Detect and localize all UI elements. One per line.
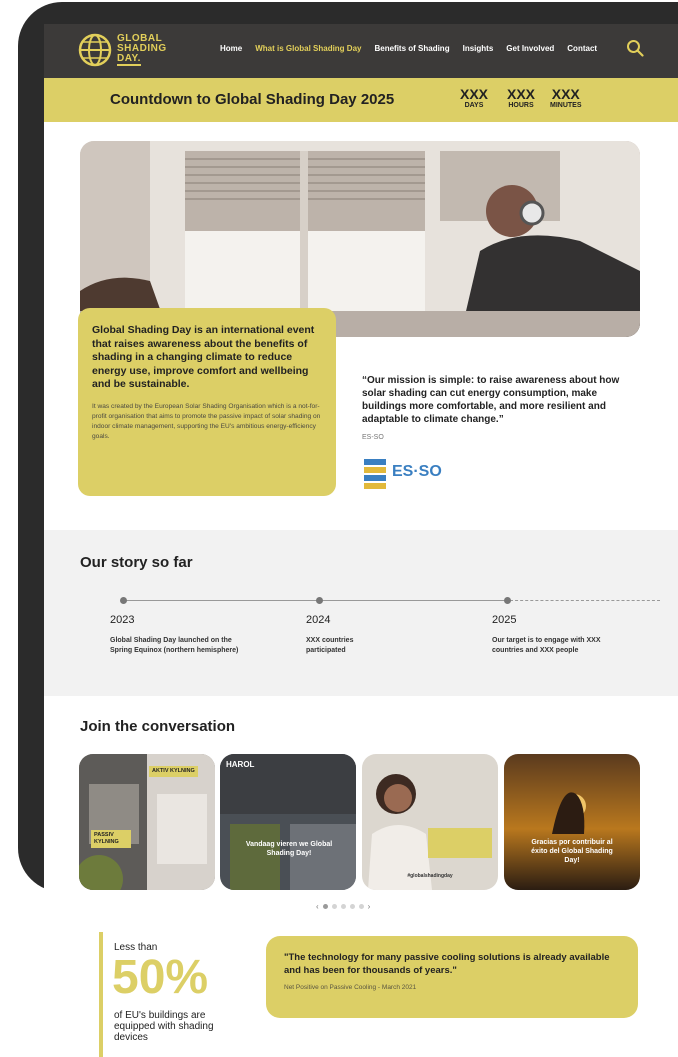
milestone-text: XXX countries participated [306, 637, 354, 654]
countdown-days-value: XXX [460, 86, 489, 102]
quote-source: Net Positive on Passive Cooling - March … [284, 984, 417, 991]
milestone-text: Global Shading Day launched on the Sprin… [110, 637, 239, 654]
main-menu: Home What is Global Shading Day Benefits… [220, 44, 597, 53]
social-post[interactable]: #globalshadingday [362, 754, 498, 890]
post-image [220, 754, 356, 890]
stat-accent-bar [99, 932, 103, 1057]
pager-dot[interactable] [340, 904, 346, 909]
social-post[interactable]: Gracias por contribuir al éxito del Glob… [504, 754, 640, 890]
intro-card-title: Global Shading Day is an international e… [92, 324, 315, 390]
nav-home[interactable]: Home [220, 44, 242, 53]
esso-logo-mark: ES·SO [364, 459, 442, 489]
quote-text: "The technology for many passive cooling… [284, 952, 610, 976]
logo-line-3: DAY. [117, 53, 141, 66]
stat-value: 50% [112, 951, 209, 1004]
story-section: Our story so far 2023 Global Shading Day… [44, 530, 678, 696]
timeline-dot-2024 [316, 597, 323, 604]
intro-card: Global Shading Day is an international e… [78, 308, 336, 496]
milestone-year: 2023 [110, 614, 135, 626]
post-caption: Gracias por contribuir al éxito del Glob… [531, 839, 613, 864]
pager-dot[interactable] [349, 904, 355, 909]
milestone-text: Our target is to engage with XXX countri… [492, 637, 601, 654]
countdown-minutes-label: MINUTES [550, 102, 582, 109]
pager-dot[interactable] [358, 904, 364, 909]
nav-insights[interactable]: Insights [463, 44, 494, 53]
site-logo[interactable]: GLOBAL SHADING DAY. [77, 32, 167, 68]
milestone-year: 2025 [492, 614, 517, 626]
esso-logo[interactable]: ES·SO [362, 456, 462, 490]
post-caption: Vandaag vieren we Global Shading Day! [245, 841, 333, 857]
countdown-minutes-value: XXX [551, 86, 580, 102]
countdown-days: XXX DAYS [460, 86, 489, 110]
story-title: Our story so far [80, 554, 193, 571]
logo-wordmark: GLOBAL SHADING DAY. [117, 34, 167, 66]
social-post[interactable]: AKTIV KYLNING PASSIV KYLNING [79, 754, 215, 890]
post-caption: #globalshadingday [407, 873, 453, 879]
passive-cooling-quote: "The technology for many passive cooling… [266, 936, 638, 1018]
countdown-hours-label: HOURS [508, 102, 534, 109]
timeline-dot-2025 [504, 597, 511, 604]
pager-dot[interactable] [322, 904, 328, 909]
top-nav: GLOBAL SHADING DAY. Home What is Global … [44, 24, 678, 78]
search-icon[interactable] [626, 39, 644, 57]
timeline-dot-2023 [120, 597, 127, 604]
mission-source: ES-SO [362, 434, 384, 441]
post-badge-active: AKTIV KYLNING [149, 766, 198, 777]
globe-icon [78, 33, 112, 67]
post-image [362, 754, 498, 890]
countdown-banner: Countdown to Global Shading Day 2025 XXX… [44, 78, 678, 122]
chevron-left-icon[interactable]: ‹ [316, 902, 319, 911]
intro-card-body: It was created by the European Solar Sha… [92, 402, 321, 440]
nav-contact[interactable]: Contact [567, 44, 597, 53]
conversation-title: Join the conversation [80, 718, 236, 735]
post-badge-passive: PASSIV KYLNING [91, 830, 131, 848]
chevron-right-icon[interactable]: › [368, 902, 371, 911]
countdown-hours: XXX HOURS [507, 86, 536, 110]
timeline-future [510, 600, 660, 601]
social-post[interactable]: HAROL Vandaag vieren we Global Shading D… [220, 754, 356, 890]
mission-block: “Our mission is simple: to raise awarene… [362, 374, 642, 441]
nav-what-is[interactable]: What is Global Shading Day [255, 44, 361, 53]
pager-dot[interactable] [331, 904, 337, 909]
carousel-pager: ‹ › [316, 902, 370, 911]
nav-benefits[interactable]: Benefits of Shading [374, 44, 449, 53]
post-image [504, 754, 640, 890]
stat-caption: of EU's buildings are equipped with shad… [114, 1010, 214, 1043]
nav-get-involved[interactable]: Get Involved [506, 44, 554, 53]
countdown-title: Countdown to Global Shading Day 2025 [110, 91, 395, 108]
page-screen: GLOBAL SHADING DAY. Home What is Global … [44, 24, 678, 1057]
countdown-hours-value: XXX [507, 86, 536, 102]
countdown-minutes: XXX MINUTES [550, 86, 582, 110]
milestone-year: 2024 [306, 614, 331, 626]
post-brand: HAROL [226, 760, 255, 769]
esso-logo-text: ES·SO [392, 463, 442, 480]
mission-quote: “Our mission is simple: to raise awarene… [362, 375, 620, 425]
countdown-days-label: DAYS [464, 102, 484, 109]
